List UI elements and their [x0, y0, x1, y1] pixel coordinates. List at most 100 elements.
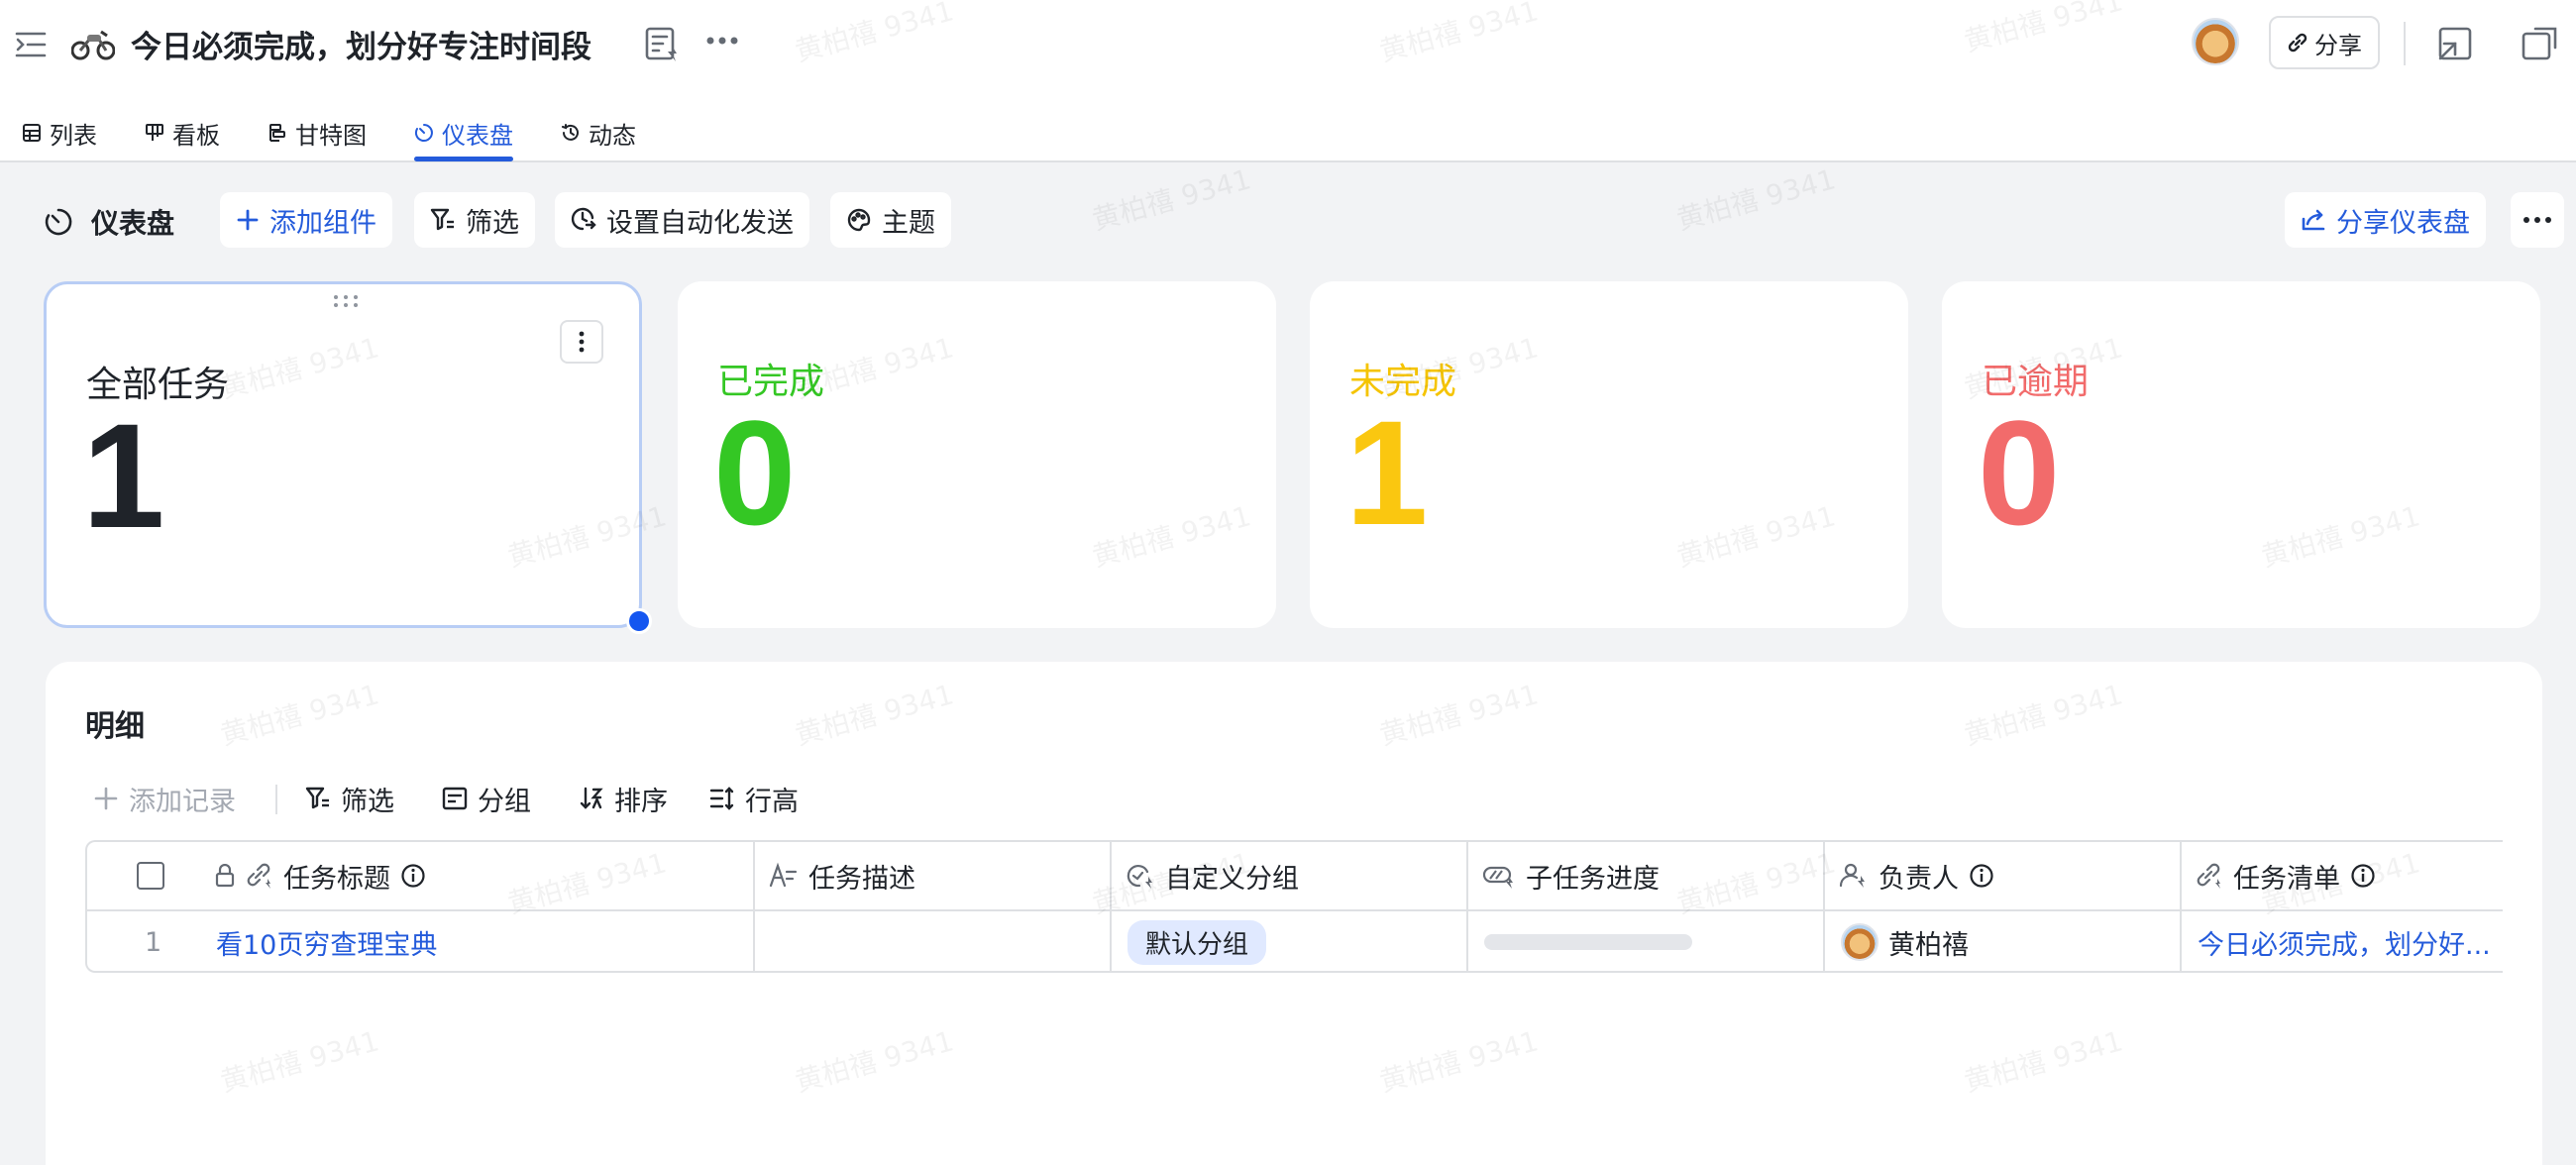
info-icon[interactable]	[2350, 863, 2376, 889]
filter-button[interactable]: 筛选	[414, 192, 535, 248]
info-icon[interactable]	[1969, 863, 1994, 889]
detail-table: 任务标题 任务描述 自定义分组 子任务进度 负责人 任务清单 1 看10页穷查理…	[85, 840, 2503, 973]
card-value: 0	[1978, 389, 2061, 556]
share-dashboard-button[interactable]: 分享仪表盘	[2285, 192, 2486, 248]
more-horizontal-icon[interactable]	[705, 36, 739, 46]
new-window-icon[interactable]	[2521, 26, 2558, 61]
column-header-label: 任务描述	[808, 863, 915, 895]
history-icon	[562, 124, 579, 141]
assignee-cell[interactable]: 黄柏禧	[1841, 911, 1969, 971]
select-all-checkbox[interactable]	[137, 842, 164, 909]
tab-label: 动态	[589, 121, 636, 150]
table-icon	[23, 124, 41, 142]
drag-handle-icon[interactable]	[332, 294, 360, 308]
detail-filter-label: 筛选	[341, 786, 394, 817]
filter-icon	[430, 208, 454, 231]
group-icon	[442, 787, 468, 810]
add-widget-button[interactable]: 添加组件	[220, 192, 392, 248]
tab-list[interactable]: 列表	[22, 107, 97, 159]
theme-label: 主题	[882, 207, 935, 239]
group-label: 分组	[478, 786, 531, 817]
assignee-name: 黄柏禧	[1888, 929, 1969, 961]
subtask-progress-bar	[1484, 934, 1692, 950]
group-tag: 默认分组	[1127, 919, 1267, 965]
column-header-custom-group[interactable]: 自定义分组	[1126, 842, 1299, 909]
column-header-tasklist[interactable]: 任务清单	[2196, 842, 2376, 909]
card-value: 1	[1345, 389, 1429, 556]
tab-dashboard[interactable]: 仪表盘	[414, 107, 513, 159]
tab-kanban[interactable]: 看板	[145, 107, 220, 159]
detail-panel: 明细 添加记录 筛选 分组 排序 行高 任务标题 任务描述 自定义分组 子任务进…	[46, 662, 2542, 1165]
share-label: 分享	[2314, 31, 2362, 59]
user-avatar[interactable]	[2192, 18, 2239, 65]
theme-button[interactable]: 主题	[830, 192, 951, 248]
tasklist-cell[interactable]: 今日必须完成，划分好...	[2198, 911, 2491, 971]
gantt-icon	[269, 124, 285, 142]
collapse-sidebar-icon[interactable]	[14, 30, 48, 59]
tab-activity[interactable]: 动态	[561, 107, 636, 159]
doc-ai-icon[interactable]	[644, 26, 684, 63]
toolbar-divider	[275, 785, 277, 814]
auto-send-button[interactable]: 设置自动化发送	[555, 192, 809, 248]
filter-label: 筛选	[466, 207, 519, 239]
add-widget-label: 添加组件	[269, 207, 376, 239]
card-menu-button[interactable]	[560, 320, 603, 364]
dashboard-title: 仪表盘	[44, 202, 174, 242]
ai-text-field-icon	[769, 862, 798, 888]
subtask-progress-cell[interactable]	[1484, 911, 1692, 971]
palette-icon	[847, 208, 871, 232]
info-icon[interactable]	[400, 863, 426, 889]
lock-icon	[215, 864, 235, 888]
card-value: 1	[82, 392, 165, 559]
minimize-window-icon[interactable]	[2437, 26, 2473, 61]
sort-icon	[580, 787, 603, 809]
column-header-label: 任务标题	[283, 863, 390, 895]
header-divider	[87, 909, 2503, 911]
share-dashboard-label: 分享仪表盘	[2336, 207, 2470, 239]
column-divider	[753, 842, 755, 971]
more-horizontal-icon	[2523, 217, 2551, 223]
custom-group-cell[interactable]: 默认分组	[1127, 911, 1267, 971]
stat-card-completed[interactable]: 已完成 0	[678, 281, 1276, 628]
column-header-subtask-progress[interactable]: 子任务进度	[1482, 842, 1660, 909]
ai-progress-field-icon	[1482, 866, 1513, 889]
ai-link-field-icon	[2197, 863, 2220, 889]
more-vertical-icon	[579, 331, 585, 353]
dashboard-area: 仪表盘 添加组件 筛选 设置自动化发送 主题 分享仪表盘 全部任务 1 已完成 …	[0, 162, 2576, 1165]
column-header-assignee[interactable]: 负责人	[1839, 842, 1994, 909]
stat-card-incomplete[interactable]: 未完成 1	[1310, 281, 1908, 628]
ai-link-field-icon	[247, 863, 270, 889]
column-header-description[interactable]: 任务描述	[769, 842, 915, 909]
dashboard-icon	[414, 124, 433, 142]
column-divider	[1823, 842, 1825, 971]
share-button[interactable]: 分享	[2269, 16, 2380, 69]
column-header-label: 子任务进度	[1526, 863, 1660, 895]
stat-card-all-tasks[interactable]: 全部任务 1	[44, 281, 642, 628]
row-index: 1	[145, 926, 162, 958]
task-title-cell[interactable]: 看10页穷查理宝典	[216, 911, 437, 971]
stat-card-overdue[interactable]: 已逾期 0	[1942, 281, 2540, 628]
detail-title: 明细	[85, 709, 145, 744]
assignee-avatar	[1841, 923, 1878, 961]
tab-label: 看板	[172, 121, 220, 150]
row-height-button[interactable]: 行高	[709, 777, 799, 820]
add-record-button[interactable]: 添加记录	[93, 777, 236, 820]
dashboard-more-button[interactable]	[2511, 192, 2564, 248]
divider	[2404, 22, 2406, 65]
filter-icon	[305, 787, 329, 809]
top-bar: 今日必须完成，划分好专注时间段 分享	[0, 0, 2576, 89]
plus-icon	[94, 787, 118, 810]
column-header-label: 自定义分组	[1165, 863, 1299, 895]
resize-handle[interactable]	[626, 608, 652, 634]
column-header-title[interactable]: 任务标题	[214, 842, 426, 909]
tab-label: 列表	[50, 121, 97, 150]
group-button[interactable]: 分组	[442, 777, 531, 820]
page-title: 今日必须完成，划分好专注时间段	[131, 30, 591, 65]
detail-filter-button[interactable]: 筛选	[305, 777, 394, 820]
card-value: 0	[713, 389, 797, 556]
row-height-icon	[709, 787, 734, 810]
row-height-label: 行高	[745, 786, 799, 817]
sort-button[interactable]: 排序	[579, 777, 668, 820]
plus-icon	[237, 209, 259, 231]
tab-gantt[interactable]: 甘特图	[268, 107, 367, 159]
